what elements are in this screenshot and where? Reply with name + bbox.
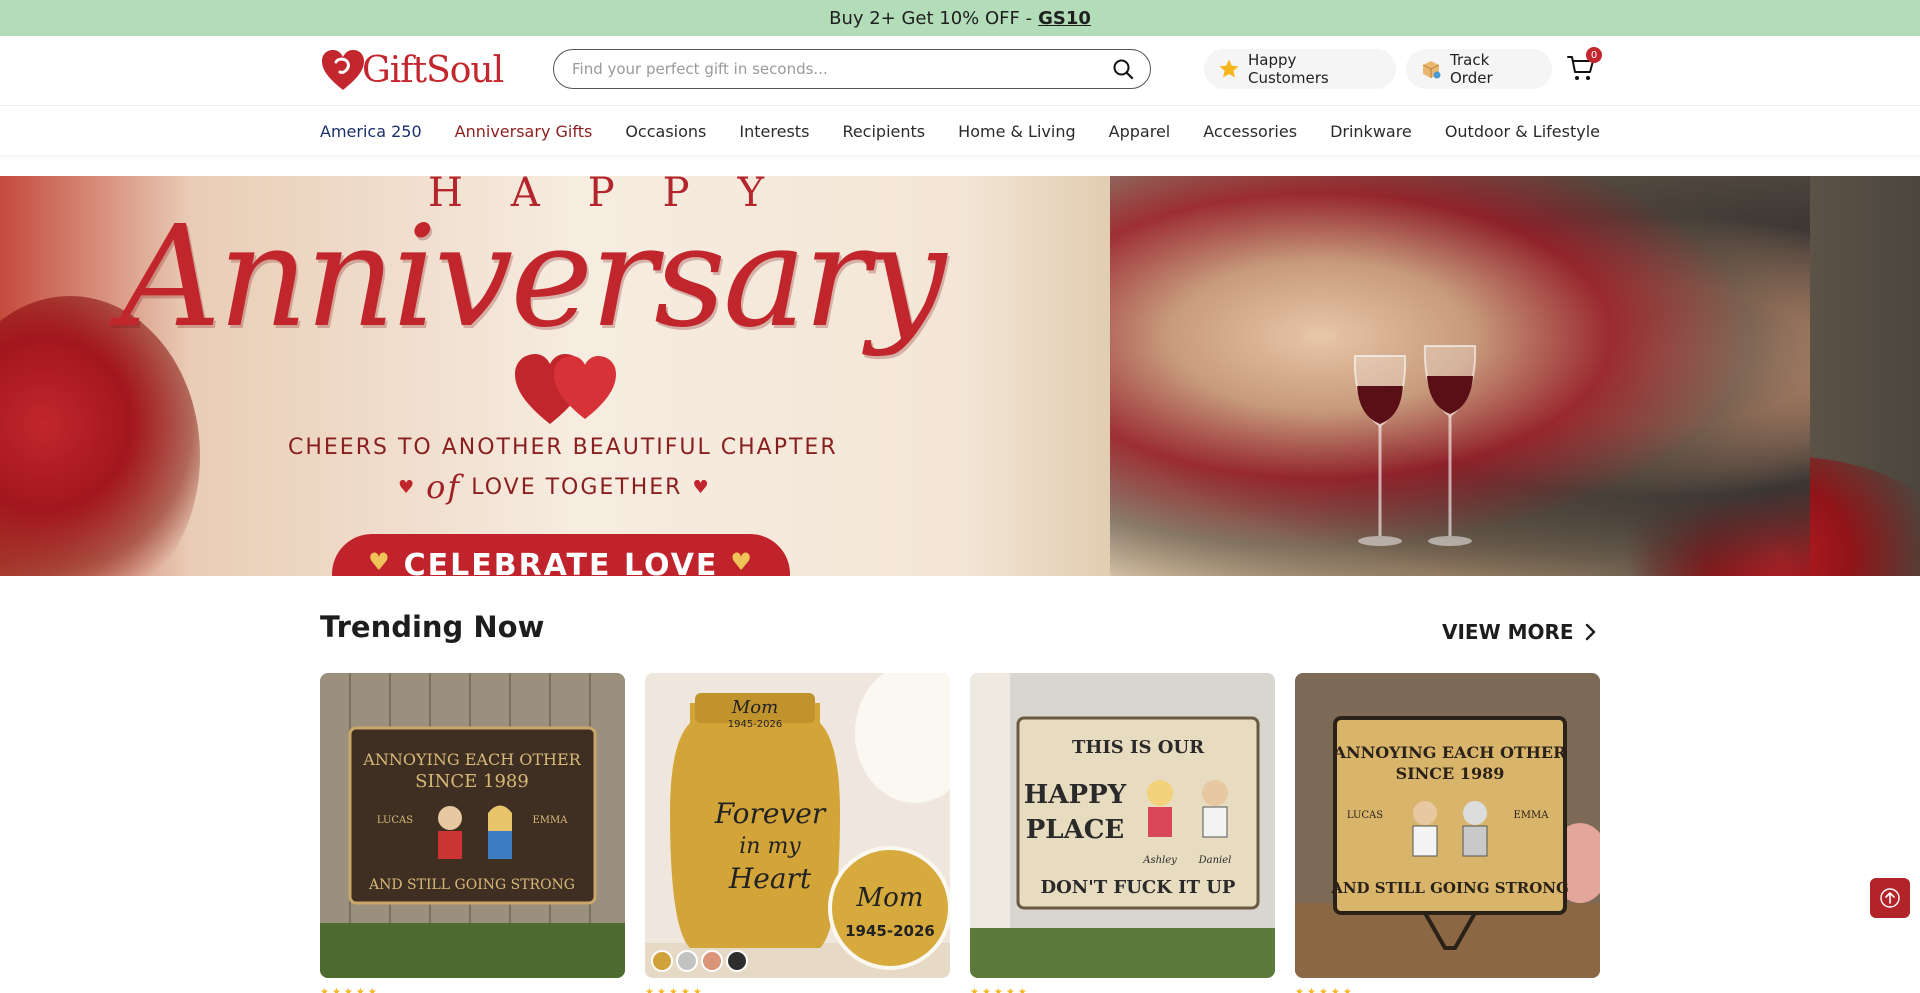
product-rating: ★★★★★ <box>320 987 380 993</box>
view-more-label: VIEW MORE <box>1442 620 1574 644</box>
plaque-line3: AND STILL GOING STRONG <box>368 877 575 893</box>
back-to-top-button[interactable] <box>1870 878 1910 918</box>
nav-item-anniversary-gifts[interactable]: Anniversary Gifts <box>455 122 593 141</box>
nav-item-drinkware[interactable]: Drinkware <box>1330 122 1412 141</box>
celebrate-love-label: CELEBRATE LOVE <box>403 548 719 576</box>
product-image: Mom 1945-2026 Forever in my Heart Mom 19… <box>645 673 950 978</box>
plaque-name-left: LUCAS <box>377 815 413 826</box>
sign-line2: HAPPY <box>1024 780 1127 810</box>
hero-of-script: of <box>426 468 462 506</box>
plaque-line3: AND STILL GOING STRONG <box>1330 879 1569 897</box>
nav-item-accessories[interactable]: Accessories <box>1203 122 1297 141</box>
nav-item-outdoor-lifestyle[interactable]: Outdoor & Lifestyle <box>1445 122 1600 141</box>
search-button[interactable] <box>1110 56 1136 82</box>
product-rating: ★★★★★ <box>645 987 705 993</box>
promo-text: Buy 2+ Get 10% OFF - <box>829 7 1033 29</box>
hero-tagline-line1: CHEERS TO ANOTHER BEAUTIFUL CHAPTER <box>288 435 838 460</box>
plaque-line1: ANNOYING EACH OTHER <box>362 750 581 769</box>
promo-bar: Buy 2+ Get 10% OFF - GS10 <box>0 0 1920 36</box>
product-card[interactable]: Mom 1945-2026 Forever in my Heart Mom 19… <box>645 673 950 978</box>
small-heart-icon: ♥ <box>398 476 417 498</box>
cart-count-badge: 0 <box>1586 47 1602 63</box>
sign-name-left: Ashley <box>1142 855 1177 866</box>
plaque-line1: ANNOYING EACH OTHER <box>1333 743 1568 762</box>
product-card[interactable]: ANNOYING EACH OTHER SINCE 1989 LUCAS EMM… <box>320 673 625 978</box>
package-icon <box>1420 58 1442 80</box>
product-image: ANNOYING EACH OTHER SINCE 1989 LUCAS EMM… <box>1295 673 1600 978</box>
nav-item-interests[interactable]: Interests <box>739 122 809 141</box>
nav-item-america-250[interactable]: America 250 <box>320 122 422 141</box>
track-order-label: Track Order <box>1450 51 1493 87</box>
nav-item-home-living[interactable]: Home & Living <box>958 122 1075 141</box>
happy-customers-button[interactable]: Happy Customers <box>1204 49 1396 89</box>
promo-code[interactable]: GS10 <box>1038 8 1091 29</box>
gold-heart-icon-right: ♥ <box>730 548 754 576</box>
color-swatch-rose[interactable] <box>701 950 723 972</box>
wine-glass-icon-2 <box>1423 345 1477 546</box>
wine-glass-icon <box>1353 355 1407 546</box>
search-icon <box>1113 59 1134 80</box>
plaque-line2: SINCE 1989 <box>1396 764 1505 783</box>
small-heart-icon-right: ♥ <box>692 476 711 498</box>
urn-top-years: 1945-2026 <box>728 719 783 730</box>
color-swatch-gold[interactable] <box>651 950 673 972</box>
search-input[interactable] <box>572 60 1110 78</box>
urn-script-3: Heart <box>728 862 812 895</box>
urn-script-1: Forever <box>714 797 827 830</box>
arrow-up-icon <box>1880 888 1900 908</box>
disc-name: Mom <box>856 883 924 913</box>
nav-item-occasions[interactable]: Occasions <box>625 122 706 141</box>
hero-banner[interactable]: HAPPY Anniversary CHEERS TO ANOTHER BEAU… <box>0 176 1920 576</box>
plaque-line2: SINCE 1989 <box>415 771 529 792</box>
main-nav: America 250 Anniversary Gifts Occasions … <box>0 107 1920 155</box>
hero-love-together: LOVE TOGETHER <box>471 474 683 500</box>
nav-item-apparel[interactable]: Apparel <box>1109 122 1171 141</box>
logo[interactable]: GiftSoul <box>320 48 504 92</box>
search-bar <box>553 49 1151 89</box>
sign-line1: THIS IS OUR <box>1072 737 1205 758</box>
happy-customers-label: Happy Customers <box>1248 51 1329 87</box>
cart-button[interactable]: 0 <box>1566 47 1602 85</box>
product-rating: ★★★★★ <box>1295 987 1355 993</box>
nav-item-recipients[interactable]: Recipients <box>842 122 925 141</box>
heart-logo-icon <box>322 50 364 90</box>
urn-script-2: in my <box>739 834 801 859</box>
plaque-name-right: EMMA <box>1514 810 1550 821</box>
double-heart-icon <box>515 354 616 424</box>
product-rating: ★★★★★ <box>970 987 1030 993</box>
plaque-name-left: LUCAS <box>1347 810 1383 821</box>
gold-heart-icon: ♥ <box>368 548 392 576</box>
view-more-link[interactable]: VIEW MORE <box>1442 620 1596 644</box>
celebrate-love-button[interactable]: ♥ CELEBRATE LOVE ♥ <box>332 534 790 576</box>
logo-text: GiftSoul <box>362 49 504 91</box>
urn-top-name: Mom <box>731 697 778 718</box>
product-card[interactable]: ANNOYING EACH OTHER SINCE 1989 LUCAS EMM… <box>1295 673 1600 978</box>
color-swatch-black[interactable] <box>726 950 748 972</box>
trending-title: Trending Now <box>320 610 545 644</box>
site-header: GiftSoul Happy Customers Track Order <box>0 36 1920 106</box>
sign-name-right: Daniel <box>1198 855 1232 866</box>
plaque-name-right: EMMA <box>533 815 569 826</box>
chevron-right-icon <box>1585 623 1595 641</box>
track-order-button[interactable]: Track Order <box>1406 49 1552 89</box>
trending-products: ANNOYING EACH OTHER SINCE 1989 LUCAS EMM… <box>320 673 1600 978</box>
sign-line3: PLACE <box>1026 815 1125 845</box>
color-swatch-silver[interactable] <box>676 950 698 972</box>
star-icon <box>1218 58 1240 80</box>
sign-line4: DON'T FUCK IT UP <box>1041 877 1236 898</box>
product-card[interactable]: THIS IS OUR HAPPY PLACE Ashley Daniel DO… <box>970 673 1275 978</box>
product-image: THIS IS OUR HAPPY PLACE Ashley Daniel DO… <box>970 673 1275 978</box>
hero-tagline-line2: ♥ of LOVE TOGETHER ♥ <box>398 468 711 506</box>
product-image: ANNOYING EACH OTHER SINCE 1989 LUCAS EMM… <box>320 673 625 978</box>
disc-years: 1945-2026 <box>845 922 935 940</box>
